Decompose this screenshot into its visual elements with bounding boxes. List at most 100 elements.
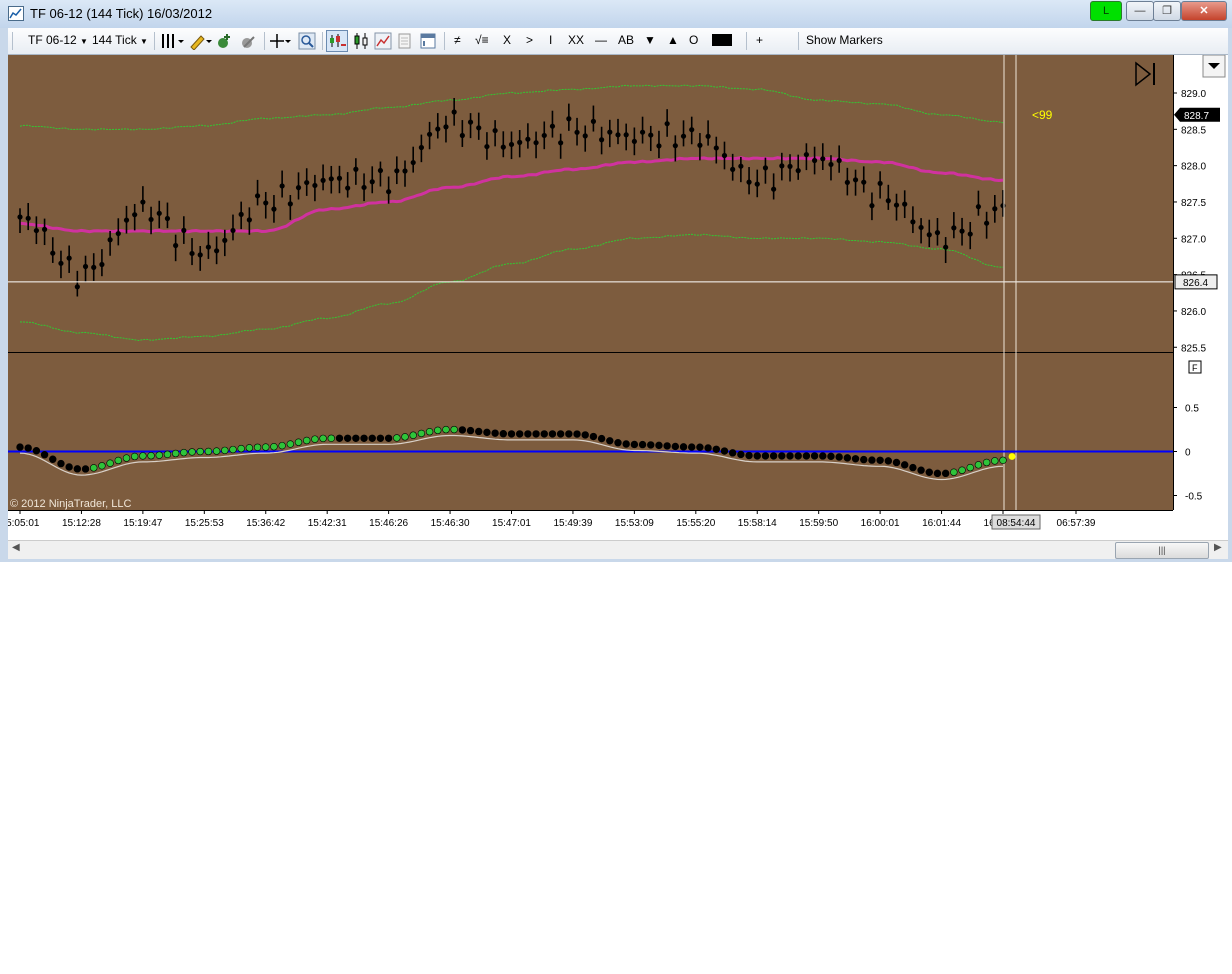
draw-tool-2[interactable]: X (503, 33, 511, 47)
oscillator-dot (745, 451, 753, 460)
oscillator-dot (614, 439, 622, 447)
time-tick-label: 15:53:09 (615, 518, 654, 529)
oscillator-dot (565, 430, 573, 438)
oscillator-dot (892, 458, 901, 467)
price-bar-close (99, 261, 105, 268)
draw-tool-10[interactable]: O (689, 33, 698, 47)
close-icon: ✕ (1199, 5, 1209, 17)
price-tick-label: 826.0 (1181, 307, 1206, 318)
bar-counter-annotation: <99 (1032, 108, 1053, 122)
oscillator-dot (728, 449, 737, 457)
toolbar-separator (746, 32, 747, 50)
oscillator-dot (991, 457, 999, 465)
oscillator-dot (90, 464, 98, 472)
plus-button[interactable]: + (756, 33, 763, 47)
draw-tool-5[interactable]: XX (568, 33, 584, 47)
draw-tool-4[interactable]: I (549, 33, 552, 47)
price-bar-close (967, 231, 973, 237)
price-bar-close (558, 140, 564, 146)
close-button[interactable]: ✕ (1181, 1, 1227, 21)
oscillator-dot (270, 443, 278, 451)
title-bar[interactable]: TF 06-12 (144 Tick) 16/03/2012 L — ❐ ✕ (0, 0, 1232, 28)
price-bar-close (975, 204, 982, 210)
oscillator-dot (704, 444, 712, 452)
draw-tool-7[interactable]: AB (618, 33, 634, 47)
scroll-right-arrow-icon[interactable]: ▶ (1214, 542, 1222, 553)
price-bar-close (361, 184, 367, 191)
oscillator-dot (409, 431, 417, 439)
oscillator-dot (524, 430, 532, 438)
oscillator-dot (655, 441, 663, 450)
price-bar-close (320, 177, 326, 183)
draw-tool-6[interactable]: — (595, 33, 607, 47)
draw-tool-0[interactable]: ≠ (454, 33, 461, 47)
draw-tool-3[interactable]: > (526, 33, 533, 47)
panel-label: F (1192, 363, 1198, 373)
price-bar-close (885, 198, 891, 204)
draw-tool-8[interactable]: ▼ (644, 33, 656, 47)
pencil-icon (190, 35, 212, 51)
oscillator-dot (696, 443, 704, 451)
oscillator-dot (843, 454, 852, 462)
oscillator-dot (999, 456, 1007, 464)
instrument-selector[interactable]: TF 06-12 ▼ (28, 33, 88, 47)
price-bar-close (590, 118, 597, 124)
horizontal-scrollbar[interactable]: ◀ ||| ▶ (8, 540, 1228, 559)
strategies-button[interactable] (374, 32, 392, 53)
crosshair-button[interactable] (270, 32, 292, 53)
scroll-thumb[interactable]: ||| (1115, 542, 1209, 559)
oscillator-dot (384, 434, 393, 442)
data-box-button[interactable] (398, 32, 412, 53)
bar-type-button[interactable] (160, 32, 186, 53)
zoom-button[interactable] (298, 32, 316, 53)
oscillator-dot (860, 455, 868, 464)
oscillator-dot (925, 468, 933, 476)
price-bar-close (181, 227, 187, 233)
price-bar-close (574, 129, 580, 135)
strategy-chart-icon (374, 32, 392, 50)
oscillator-dot (130, 452, 139, 461)
price-bar-close (869, 203, 875, 209)
drawing-tool-button[interactable] (188, 32, 212, 53)
status-light[interactable]: L (1090, 1, 1122, 21)
window-title: TF 06-12 (144 Tick) 16/03/2012 (30, 6, 213, 21)
oscillator-dot (237, 444, 245, 453)
properties-button[interactable] (420, 32, 436, 53)
interval-selector[interactable]: 144 Tick ▼ (92, 33, 148, 47)
minimize-button[interactable]: — (1126, 1, 1154, 21)
add-indicator-button[interactable] (216, 32, 234, 53)
color-swatch-button[interactable] (712, 34, 732, 46)
time-tick-label: 16:01:44 (922, 518, 961, 529)
chart-style-button[interactable] (352, 32, 370, 53)
price-bar-close (721, 152, 728, 159)
price-bar-close (689, 127, 695, 133)
last-price-label: 828.7 (1184, 111, 1209, 122)
chart-area[interactable]: 829.0828.5828.0827.5827.0826.5826.0825.5… (1, 54, 1228, 540)
price-bar-close (648, 132, 654, 138)
time-tick-label: 15:46:30 (431, 518, 470, 529)
data-series-button[interactable] (326, 30, 348, 52)
maximize-button[interactable]: ❐ (1153, 1, 1181, 21)
price-bar-close (189, 250, 195, 257)
time-tick-label: 15:55:20 (676, 518, 715, 529)
draw-tool-9[interactable]: ▲ (667, 33, 679, 47)
oscillator-dot (671, 442, 680, 451)
chart-canvas[interactable]: 829.0828.5828.0827.5827.0826.5826.0825.5… (1, 54, 1228, 540)
price-bar-close (549, 123, 556, 129)
oscillator-dot (417, 429, 426, 438)
price-bar-close (1000, 203, 1006, 209)
price-bar-close (402, 168, 408, 174)
oscillator-dot (352, 434, 360, 442)
remove-indicator-button[interactable] (240, 32, 258, 53)
price-bar-close (779, 163, 785, 169)
price-bar-close (164, 215, 171, 222)
oscillator-dot (311, 435, 319, 443)
draw-tool-1[interactable]: √≡ (475, 33, 489, 47)
grip-icon: ||| (1158, 545, 1166, 555)
oscillator-dot (958, 466, 966, 474)
price-bar-close (115, 230, 121, 237)
scroll-left-arrow-icon[interactable]: ◀ (12, 542, 20, 553)
price-bar-close (803, 151, 810, 158)
show-markers-button[interactable]: Show Markers (806, 33, 883, 47)
price-bar-close (140, 199, 146, 205)
